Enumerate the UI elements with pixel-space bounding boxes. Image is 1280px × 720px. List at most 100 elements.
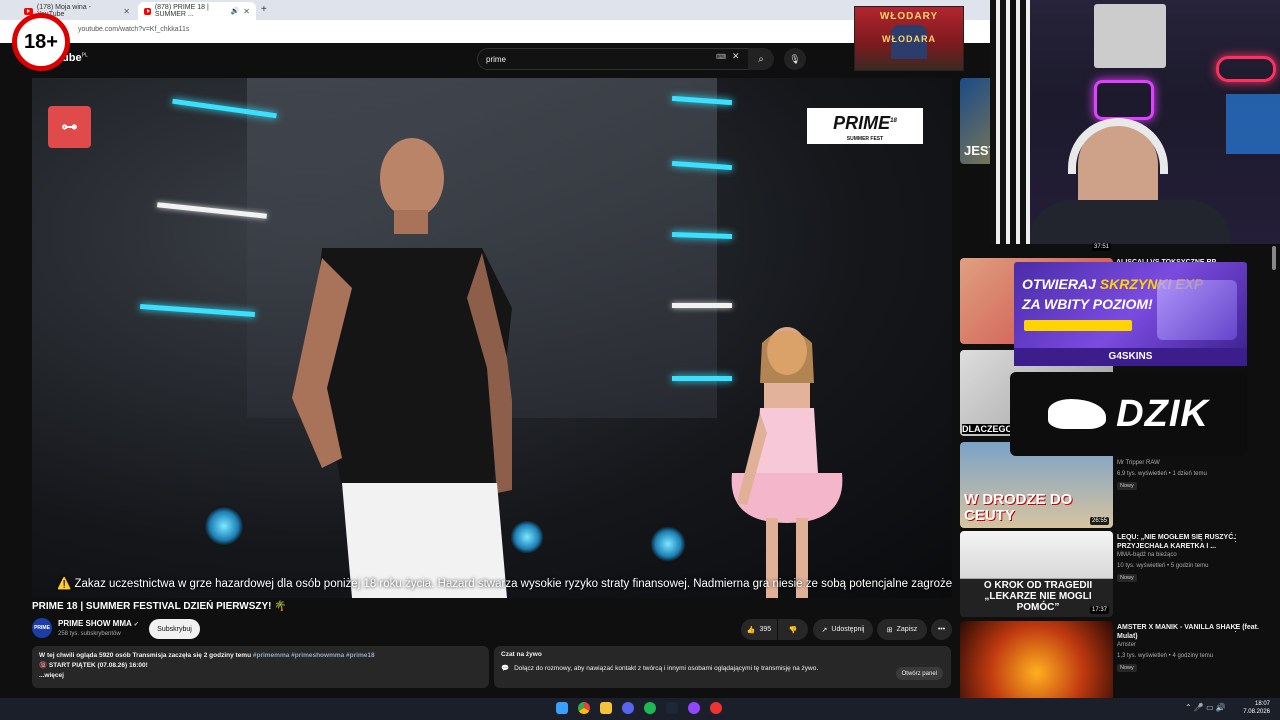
like-button[interactable]: 👍 395 xyxy=(741,619,777,640)
tab-label: (878) PRIME 18 | SUMMER ... xyxy=(154,4,209,18)
discord-icon[interactable] xyxy=(622,702,634,714)
ad-brand: DZIK xyxy=(1116,392,1209,435)
video-player[interactable]: PRIME18 SUMMER FEST ⊶ ⚠️ Zakaz uczestnic… xyxy=(32,78,952,598)
video-title[interactable]: AMSTER X MANIK - VANILLA SHAKE (feat. Mu… xyxy=(1117,623,1267,641)
show-more-link[interactable]: ...więcej xyxy=(39,671,482,681)
windows-taskbar: ⌃ 🎤 ▭ 🔊 18:07 7.08.2026 xyxy=(0,698,1280,720)
video-channel[interactable]: MMA-bądź na bieżąco xyxy=(1117,552,1177,558)
banner-text: WŁODARY xyxy=(879,11,939,22)
chat-text: Dołącz do rozmowy, aby nawiązać kontakt … xyxy=(514,664,819,672)
list-item[interactable]: AMSTER X MANIK - VANILLA SHAKE (feat. Mu… xyxy=(958,621,1280,709)
hashtags[interactable]: #primemma #primeshowmma #prime18 xyxy=(253,652,375,659)
app-icon[interactable] xyxy=(710,702,722,714)
clock[interactable]: 18:07 7.08.2026 xyxy=(1243,700,1270,716)
ad-subheadline: ZA WBITY POZIOM! xyxy=(1022,296,1153,312)
video-duration: 17:37 xyxy=(1089,606,1109,614)
stage-spotlight xyxy=(510,520,544,554)
like-count: 395 xyxy=(759,626,772,633)
video-meta: 6,9 tys. wyświetleń • 1 dzień temu xyxy=(1117,471,1207,477)
clock-time: 18:07 xyxy=(1254,701,1270,707)
youtube-header: ubePL prime ⌨ ✕ ⌕ 🎙 xyxy=(0,43,960,75)
video-channel[interactable]: Mr Tripper RAW xyxy=(1117,460,1160,466)
share-label: Udostępnij xyxy=(831,626,865,633)
obs-icon[interactable] xyxy=(688,702,700,714)
neon-sign xyxy=(1094,80,1154,120)
channel-avatar[interactable]: PRIME xyxy=(32,618,52,638)
steam-icon[interactable] xyxy=(666,702,678,714)
more-options-icon[interactable]: ⋮ xyxy=(1231,623,1240,634)
wlodary-banner: WŁODARY WŁODARA xyxy=(854,6,964,71)
url-text[interactable]: youtube.com/watch?v=Kf_chkka11s xyxy=(78,26,189,33)
search-input[interactable]: prime xyxy=(477,48,749,70)
verified-icon: ✔ xyxy=(133,622,139,628)
ad-chest-image xyxy=(1157,280,1237,340)
chat-icon: 💬 xyxy=(501,665,510,672)
chrome-icon[interactable] xyxy=(578,702,590,714)
new-tab-button[interactable]: + xyxy=(261,4,267,15)
video-channel[interactable]: Amster xyxy=(1117,642,1136,648)
video-thumbnail[interactable]: O KROK OD TRAGEDII „LEKARZE NIE MOGLI PO… xyxy=(960,531,1113,617)
share-icon: ↗ xyxy=(821,626,828,634)
clear-search-icon[interactable]: ✕ xyxy=(732,51,740,62)
share-button[interactable]: ↗ Udostępnij xyxy=(813,619,873,640)
address-bar[interactable]: youtube.com/watch?v=Kf_chkka11s xyxy=(0,20,990,43)
more-actions-button[interactable]: ••• xyxy=(931,619,952,640)
close-tab-icon[interactable]: ✕ xyxy=(243,7,250,16)
webcam-wall-stripes xyxy=(990,0,1030,244)
description-box[interactable]: W tej chwili ogląda 5920 osób Transmisja… xyxy=(32,646,489,688)
chat-title: Czat na żywo xyxy=(501,651,542,658)
neon-sign xyxy=(1216,56,1276,82)
save-icon: ⊞ xyxy=(886,626,893,634)
video-title: PRIME 18 | SUMMER FESTIVAL DZIEŃ PIERWSZ… xyxy=(32,601,287,612)
open-chat-button[interactable]: Otwórz panel xyxy=(895,667,943,680)
new-badge: Nowy xyxy=(1117,574,1137,582)
video-duration: 26:55 xyxy=(1089,517,1109,525)
description-start-line: 🔞 START PIĄTEK (07.08.26) 16:00! xyxy=(39,662,148,669)
more-options-icon[interactable]: ⋮ xyxy=(1231,533,1240,544)
browser-tab-active[interactable]: (878) PRIME 18 | SUMMER ... 🔊 ✕ xyxy=(138,2,256,20)
webcam-shelf xyxy=(1226,94,1280,154)
save-button[interactable]: ⊞ Zapisz xyxy=(877,619,927,640)
stage-light xyxy=(139,303,256,318)
live-chat-box: Czat na żywo 💬 Dołącz do rozmowy, aby naw… xyxy=(494,646,951,688)
prime-logo-subtitle: SUMMER FEST xyxy=(846,136,884,142)
performer-man xyxy=(292,138,512,598)
video-thumbnail[interactable] xyxy=(960,621,1113,707)
subscriber-count: 258 tys. subskrybentów xyxy=(58,631,121,637)
youtube-favicon-icon xyxy=(144,7,151,15)
speaker-icon[interactable]: 🔊 xyxy=(231,7,240,15)
mic-button[interactable]: 🎙 xyxy=(784,48,806,70)
gambling-warning: ⚠️ Zakaz uczestnictwa w grze hazardowej … xyxy=(57,578,952,590)
video-title[interactable]: LEQU: „NIE MOGŁEM SIĘ RUSZYĆ. PRZYJECHAŁ… xyxy=(1117,533,1267,551)
dzik-boar-icon xyxy=(1048,399,1107,429)
thumbs-up-icon: 👍 xyxy=(746,626,756,634)
streamer-body xyxy=(1030,200,1230,244)
age-restriction-badge: 18+ xyxy=(12,13,70,71)
start-icon[interactable] xyxy=(556,702,568,714)
banner-text: WŁODARA xyxy=(882,34,936,44)
headphones xyxy=(1068,118,1168,174)
thumbnail-text: DLACZEGO xyxy=(962,424,1013,434)
streamer-webcam xyxy=(990,0,1280,244)
system-tray-icons[interactable]: ⌃ 🎤 ▭ 🔊 xyxy=(1185,703,1226,712)
dzik-ad: DZIK xyxy=(1010,372,1247,456)
g4skins-ad: OTWIERAJ SKRZYNKI EXP ZA WBITY POZIOM! G… xyxy=(1014,262,1247,366)
prime-event-logo: PRIME18 SUMMER FEST xyxy=(807,108,923,144)
stage-light xyxy=(672,303,732,308)
sidebar-scrollbar[interactable] xyxy=(1272,246,1276,270)
region-label: PL xyxy=(81,52,88,59)
video-duration: 37:51 xyxy=(1092,243,1112,251)
close-tab-icon[interactable]: ✕ xyxy=(123,7,130,16)
stage-spotlight xyxy=(204,506,244,546)
list-item[interactable]: O KROK OD TRAGEDII „LEKARZE NIE MOGLI PO… xyxy=(958,531,1280,619)
spotify-icon[interactable] xyxy=(644,702,656,714)
save-label: Zapisz xyxy=(896,626,918,633)
subscribe-button[interactable]: Subskrybuj xyxy=(149,619,200,639)
channel-name[interactable]: PRIME SHOW MMA ✔ xyxy=(58,619,139,628)
search-button[interactable]: ⌕ xyxy=(748,48,774,70)
browser-tab-bar: (178) Moja wina - YouTube ✕ (878) PRIME … xyxy=(0,0,990,20)
keyboard-icon[interactable]: ⌨ xyxy=(716,53,726,61)
file-explorer-icon[interactable] xyxy=(600,702,612,714)
ad-progress-bar xyxy=(1024,320,1132,331)
dislike-button[interactable]: 👎 xyxy=(778,619,808,640)
